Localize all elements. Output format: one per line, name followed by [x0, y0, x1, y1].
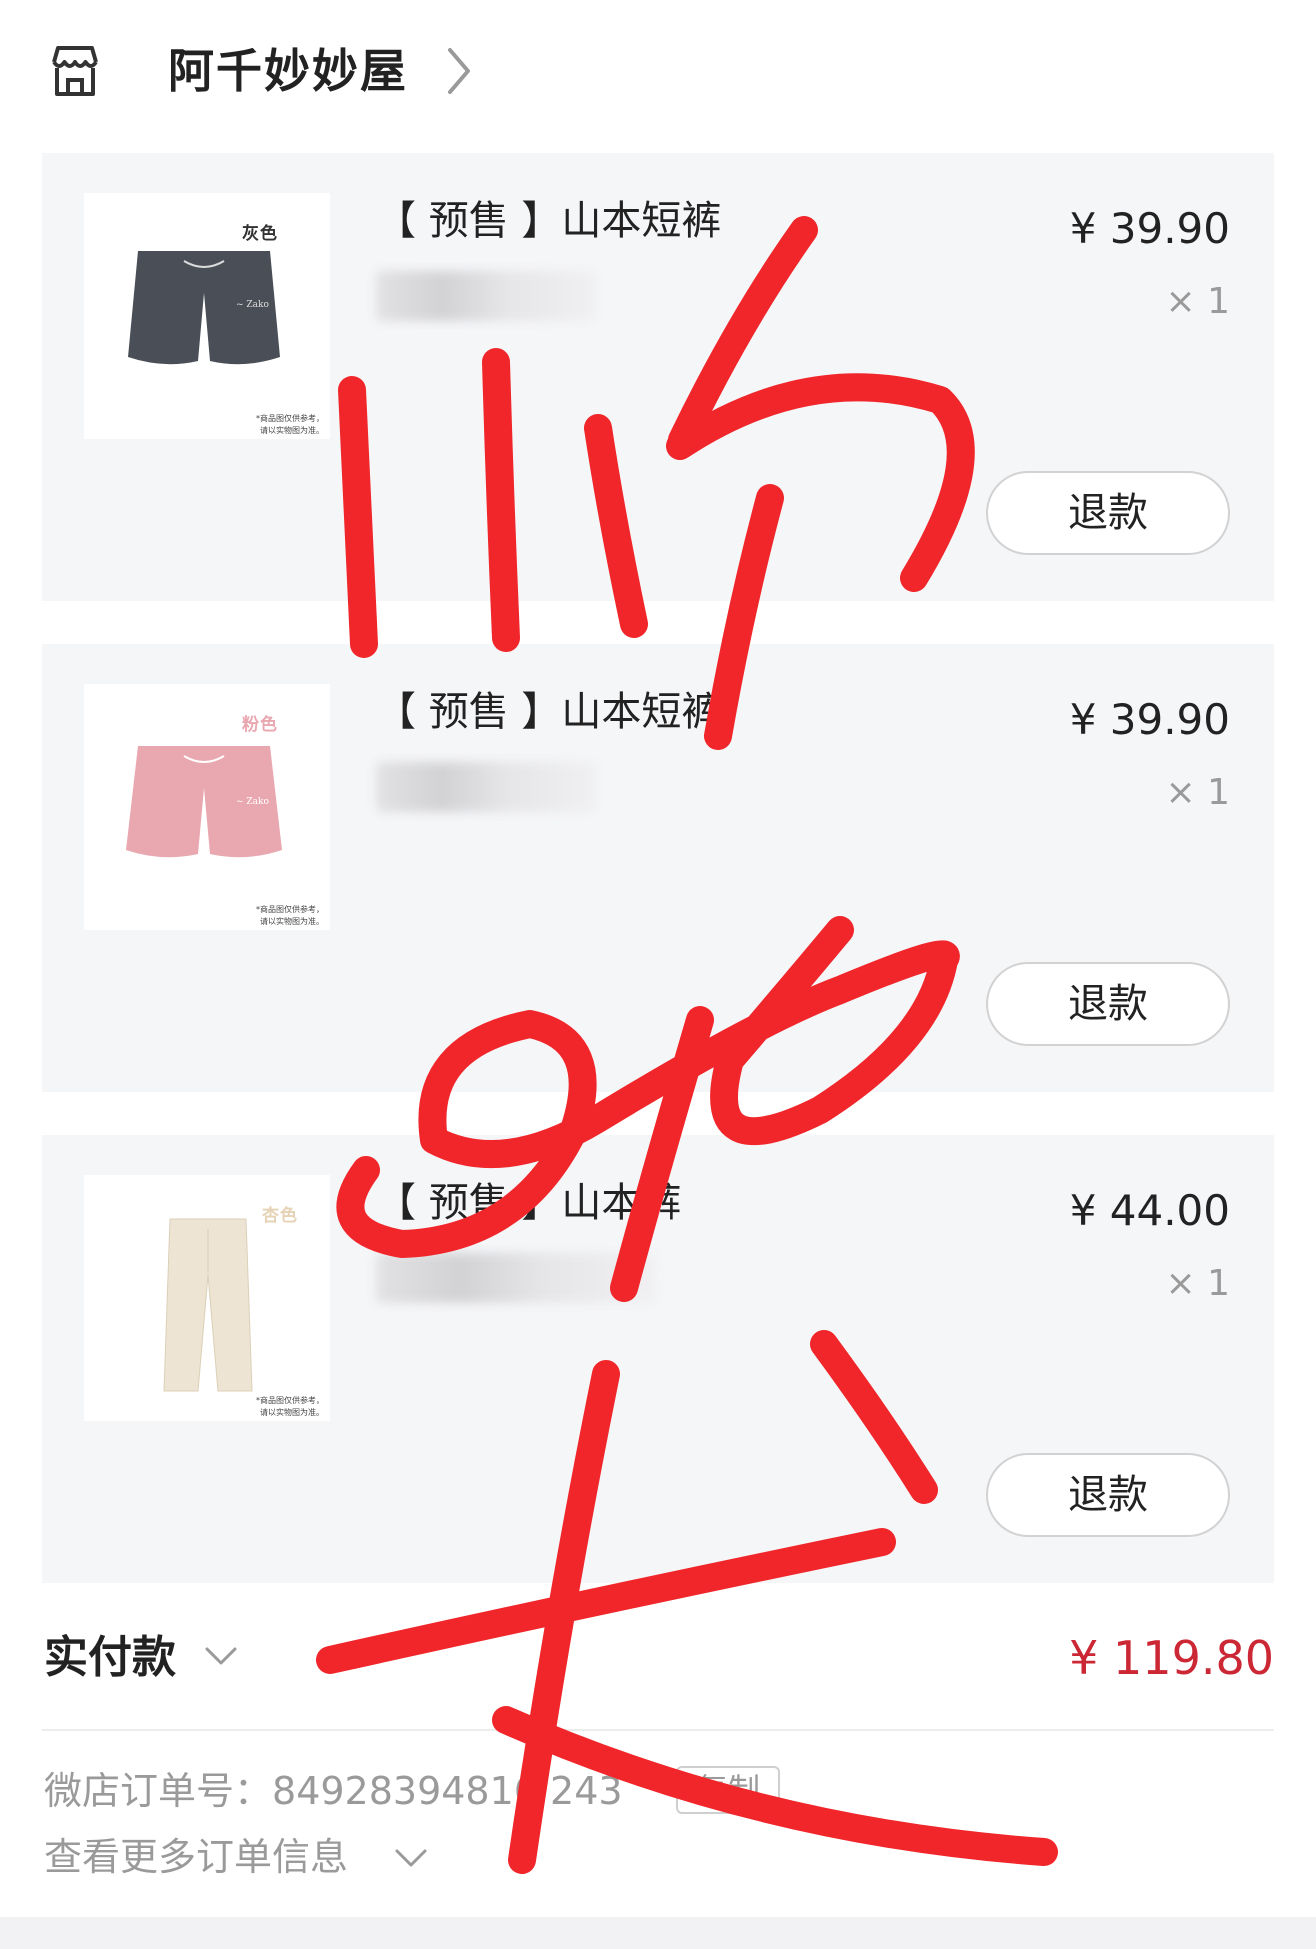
- order-number-value: 84928394816 243: [272, 1769, 623, 1813]
- shop-icon: [52, 46, 98, 96]
- item-spec-blurred: [376, 762, 596, 812]
- order-number-label: 微店订单号：: [44, 1769, 273, 1813]
- item-title[interactable]: 【 预售 】山本裤: [376, 1175, 681, 1231]
- paid-amount-label[interactable]: 实付款: [44, 1628, 176, 1688]
- item-price: ¥ 44.00: [1069, 1186, 1230, 1235]
- thumb-note: *商品图仅供参考， 请以实物图为准。: [256, 414, 324, 435]
- order-item-card[interactable]: 粉色 ~ Zako *商品图仅供参考， 请以实物图为准。 【 预售 】山本短裤 ¥…: [42, 644, 1274, 1092]
- product-thumbnail[interactable]: 杏色 *商品图仅供参考， 请以实物图为准。: [84, 1175, 330, 1421]
- item-price: ¥ 39.90: [1069, 204, 1230, 253]
- order-item-card[interactable]: 杏色 *商品图仅供参考， 请以实物图为准。 【 预售 】山本裤 ¥ 44.00 ×…: [42, 1135, 1274, 1583]
- shop-header[interactable]: 阿千妙妙屋: [0, 0, 1316, 140]
- refund-button[interactable]: 退款: [986, 962, 1230, 1046]
- copy-order-number-button[interactable]: 复制: [676, 1766, 780, 1814]
- more-order-info-link[interactable]: 查看更多订单信息: [44, 1830, 348, 1884]
- chevron-down-icon[interactable]: [204, 1646, 238, 1666]
- item-title[interactable]: 【 预售 】山本短裤: [376, 193, 721, 249]
- product-thumbnail[interactable]: 粉色 ~ Zako *商品图仅供参考， 请以实物图为准。: [84, 684, 330, 930]
- item-title[interactable]: 【 预售 】山本短裤: [376, 684, 721, 740]
- bottom-band: [0, 1917, 1316, 1949]
- product-thumbnail[interactable]: 灰色 ~ Zako *商品图仅供参考， 请以实物图为准。: [84, 193, 330, 439]
- refund-button[interactable]: 退款: [986, 1453, 1230, 1537]
- item-spec-blurred: [376, 271, 596, 321]
- thumb-color-label: 灰色: [242, 224, 278, 244]
- shop-name[interactable]: 阿千妙妙屋: [168, 40, 408, 102]
- shorts-image: ~ Zako: [128, 251, 280, 365]
- svg-text:~ Zako: ~ Zako: [236, 797, 269, 807]
- item-spec-blurred: [376, 1253, 656, 1303]
- thumb-note: *商品图仅供参考， 请以实物图为准。: [256, 1396, 324, 1417]
- thumb-color-label: 杏色: [262, 1206, 298, 1226]
- chevron-down-icon[interactable]: [394, 1848, 428, 1868]
- chevron-right-icon[interactable]: [444, 44, 474, 98]
- item-price: ¥ 39.90: [1069, 695, 1230, 744]
- order-item-card[interactable]: 灰色 ~ Zako *商品图仅供参考， 请以实物图为准。 【 预售 】山本短裤 ¥…: [42, 153, 1274, 601]
- item-quantity: × 1: [1165, 281, 1230, 322]
- divider: [42, 1729, 1274, 1731]
- item-quantity: × 1: [1165, 772, 1230, 813]
- pants-image: [163, 1218, 253, 1392]
- item-quantity: × 1: [1165, 1263, 1230, 1304]
- refund-button[interactable]: 退款: [986, 471, 1230, 555]
- order-number: 微店订单号：84928394816 243: [44, 1764, 623, 1818]
- paid-amount-value: ¥ 119.80: [1069, 1631, 1274, 1685]
- shorts-image: ~ Zako: [126, 746, 282, 858]
- thumb-color-label: 粉色: [242, 715, 278, 735]
- thumb-note: *商品图仅供参考， 请以实物图为准。: [256, 905, 324, 926]
- svg-text:~ Zako: ~ Zako: [236, 300, 269, 310]
